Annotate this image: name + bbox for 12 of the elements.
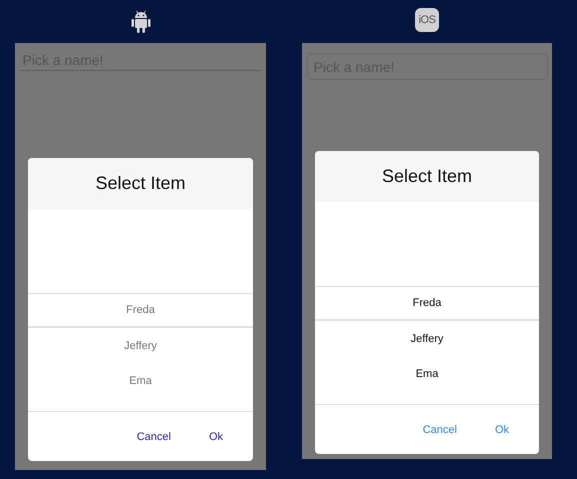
picker-item[interactable]: Freda [315,286,539,321]
dialog-button[interactable]: Cancel [132,428,175,444]
dialog-title: Select Item [315,151,539,202]
picker-item[interactable]: Jeffery [315,321,539,356]
platform-badge: iOS [415,8,439,32]
dialog-title: Select Item [28,158,253,209]
picker-item[interactable]: Ema [315,356,539,391]
picker-item[interactable]: Jeffery [28,328,253,363]
android-robot-icon [130,10,150,34]
picker-item[interactable]: Ema [28,363,253,398]
picker-item[interactable]: Freda [28,293,253,328]
dialog-button[interactable]: Ok [204,428,227,444]
